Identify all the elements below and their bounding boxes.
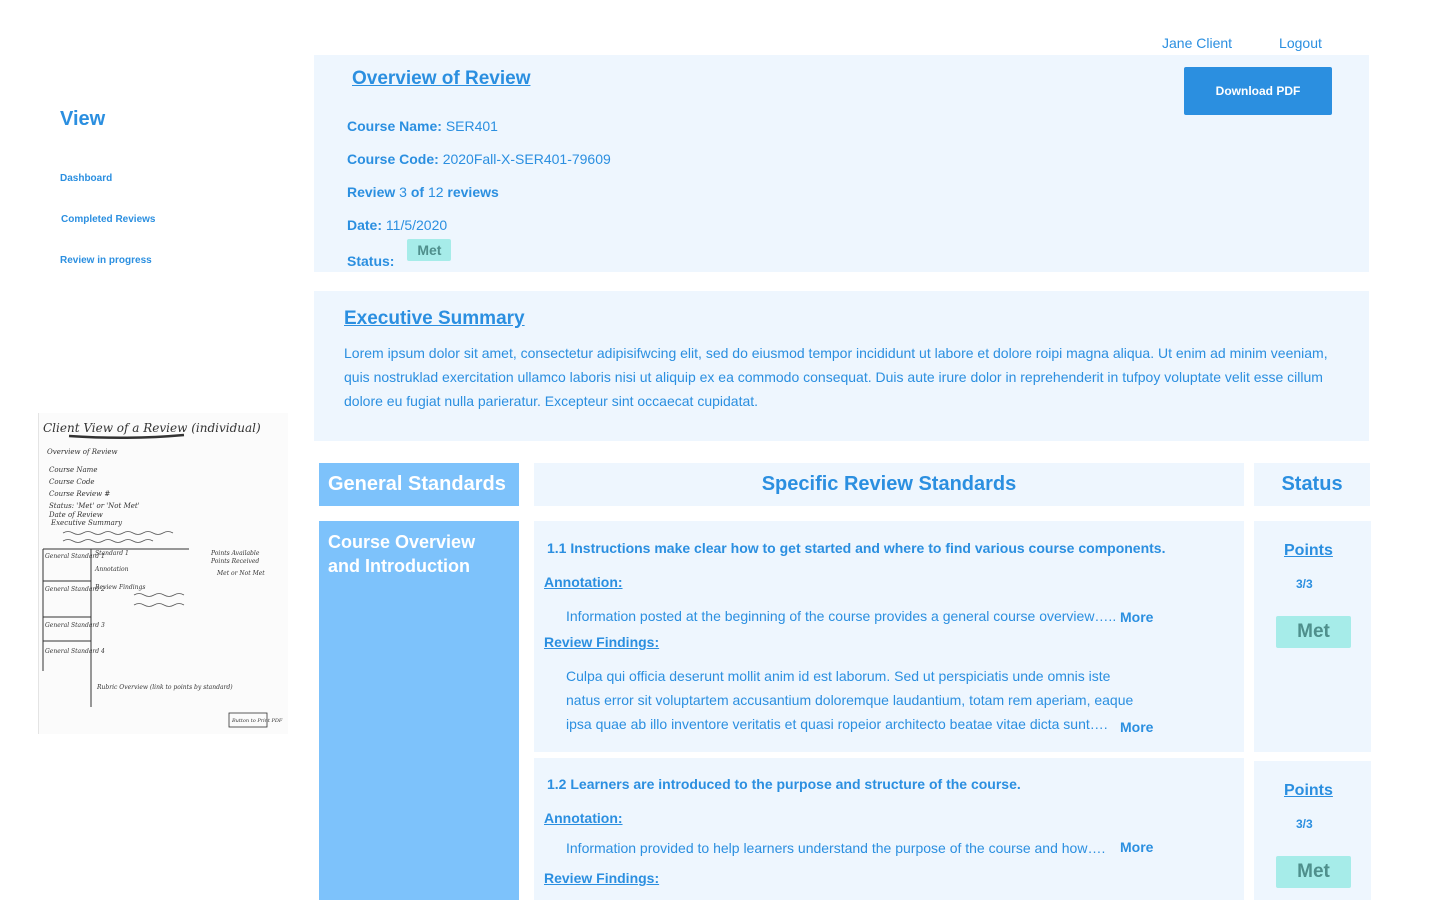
sidebar-item-completed-reviews[interactable]: Completed Reviews <box>61 214 155 225</box>
annotation-text: Information provided to help learners un… <box>566 840 1106 856</box>
standard-card: 1.2 Learners are introduced to the purpo… <box>534 758 1244 900</box>
sketch-line: Date of Review <box>48 511 103 519</box>
review-number: 3 <box>399 184 407 200</box>
annotation-more-link[interactable]: More <box>1120 839 1153 855</box>
sidebar-item-review-in-progress[interactable]: Review in progress <box>60 255 152 266</box>
executive-summary-text: Lorem ipsum dolor sit amet, consectetur … <box>344 345 1328 409</box>
annotation-link[interactable]: Annotation: <box>544 574 623 590</box>
points-score: 3/3 <box>1296 817 1313 831</box>
general-standards-header: General Standards <box>319 463 519 506</box>
status-label: Status: <box>347 253 395 269</box>
specific-standards-header: Specific Review Standards <box>534 463 1244 506</box>
date-row: Date: 11/5/2020 <box>347 217 447 233</box>
sidebar-title: View <box>60 108 106 130</box>
overview-heading[interactable]: Overview of Review <box>352 68 530 90</box>
reviews-word: reviews <box>447 184 499 200</box>
user-name-link[interactable]: Jane Client <box>1162 35 1232 51</box>
status-met-badge: Met <box>1276 856 1351 888</box>
standard-title: 1.1 Instructions make clear how to get s… <box>547 540 1166 556</box>
findings-more-link[interactable]: More <box>1120 719 1153 735</box>
sketch-general-standard-3: General Standard 3 <box>45 622 105 629</box>
status-badge: Met <box>407 239 452 261</box>
sketch-line: Course Name <box>49 466 97 474</box>
review-findings-link[interactable]: Review Findings: <box>544 870 659 886</box>
annotation-text: Information posted at the beginning of t… <box>566 608 1117 624</box>
download-pdf-button[interactable]: Download PDF <box>1184 67 1332 115</box>
sketch-button-label: Button to Print PDF <box>231 718 283 724</box>
review-of: of <box>410 184 425 200</box>
course-code-row: Course Code: 2020Fall-X-SER401-79609 <box>347 151 611 167</box>
sidebar-item-dashboard[interactable]: Dashboard <box>60 173 112 184</box>
annotation-more-link[interactable]: More <box>1120 609 1153 625</box>
sketch-met-or-not-met: Met or Not Met <box>216 570 265 577</box>
sketch-line: Course Code <box>49 478 95 486</box>
sketch-general-standard-4: General Standard 4 <box>45 648 105 655</box>
overview-panel: Overview of Review Download PDF Course N… <box>314 55 1369 272</box>
review-findings-text: Culpa qui officia deserunt mollit anim i… <box>566 668 1134 732</box>
points-link[interactable]: Points <box>1284 782 1333 800</box>
points-link[interactable]: Points <box>1284 542 1333 560</box>
user-bar: Jane Client Logout <box>1162 35 1322 51</box>
status-row: Status: Met <box>347 239 452 269</box>
sketch-line: Executive Summary <box>50 519 123 527</box>
sketch-line: Status: 'Met' or 'Not Met' <box>49 502 140 510</box>
general-standard-cell: Course Overview and Introduction <box>319 521 519 900</box>
review-findings-link[interactable]: Review Findings: <box>544 634 659 650</box>
sketch-general-standard-2: General Standard 2 <box>45 586 105 593</box>
course-name-label: Course Name: <box>347 118 442 134</box>
review-label: Review <box>347 184 396 200</box>
status-card: Points 3/3 Met <box>1254 521 1371 752</box>
course-code-value: 2020Fall-X-SER401-79609 <box>442 151 611 167</box>
status-met-badge: Met <box>1276 616 1351 648</box>
wireframe-sketch-image: Client View of a Review (individual) Ove… <box>38 413 288 734</box>
standard-card: 1.1 Instructions make clear how to get s… <box>534 521 1244 752</box>
sketch-standard-1: Standard 1 <box>95 550 129 557</box>
review-count-row: Review 3 of 12 reviews <box>347 184 499 200</box>
sketch-annotation: Annotation <box>94 566 129 573</box>
executive-summary-panel: Executive Summary Lorem ipsum dolor sit … <box>314 291 1369 441</box>
date-value: 11/5/2020 <box>385 217 448 233</box>
date-label: Date: <box>347 217 383 233</box>
sketch-line: Course Review # <box>49 490 110 498</box>
review-total: 12 <box>427 184 444 200</box>
sketch-line: Overview of Review <box>47 448 118 456</box>
points-score: 3/3 <box>1296 577 1313 591</box>
status-header: Status <box>1254 463 1370 506</box>
course-name-row: Course Name: SER401 <box>347 118 498 134</box>
sketch-rubric-overview: Rubric Overview (link to points by stand… <box>96 684 233 691</box>
sketch-title: Client View of a Review (individual) <box>43 421 261 435</box>
sketch-points-received: Points Received <box>210 558 259 565</box>
logout-link[interactable]: Logout <box>1279 35 1322 51</box>
annotation-link[interactable]: Annotation: <box>544 810 623 826</box>
executive-summary-heading[interactable]: Executive Summary <box>344 308 525 330</box>
standard-title: 1.2 Learners are introduced to the purpo… <box>547 776 1021 792</box>
status-card: Points 3/3 Met <box>1254 761 1371 900</box>
course-name-value: SER401 <box>445 118 498 134</box>
course-code-label: Course Code: <box>347 151 439 167</box>
sketch-points-available: Points Available <box>210 550 260 557</box>
